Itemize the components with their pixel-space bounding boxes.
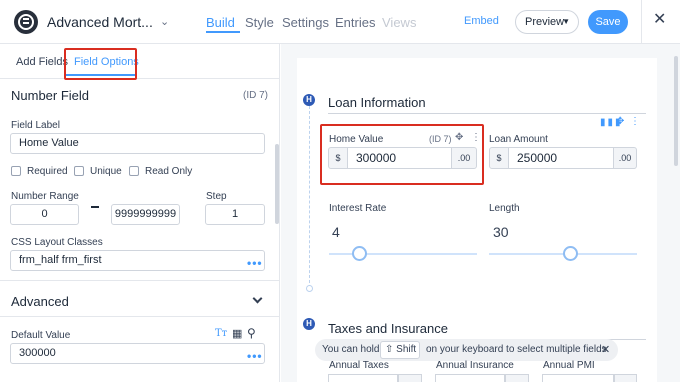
decimal-suffix: .00 xyxy=(613,147,637,169)
preview-label: Preview xyxy=(525,16,565,28)
read-only-label: Read Only xyxy=(145,166,193,177)
move-icon[interactable]: ✥ xyxy=(616,116,626,127)
loan-amount-input[interactable]: 250000 xyxy=(509,147,613,169)
text-format-icon[interactable]: Tт xyxy=(215,328,227,339)
field-id: (ID 7) xyxy=(243,90,268,101)
decimal-suffix xyxy=(614,374,637,382)
heading-badge-icon: H xyxy=(303,94,315,106)
required-checkbox[interactable] xyxy=(11,166,21,176)
preview-button[interactable]: Preview ▼ xyxy=(515,10,579,34)
default-value-label: Default Value xyxy=(11,330,71,341)
tab-add-fields[interactable]: Add Fields xyxy=(16,56,68,68)
unique-label: Unique xyxy=(90,166,122,177)
currency-prefix: $ xyxy=(328,147,348,169)
scrollbar[interactable] xyxy=(275,144,279,224)
range-dash xyxy=(91,206,99,208)
tab-build[interactable]: Build xyxy=(206,15,235,30)
close-icon[interactable]: ✕ xyxy=(653,12,666,28)
number-range-label: Number Range xyxy=(11,191,79,202)
loan-amount-label[interactable]: Loan Amount xyxy=(489,134,548,145)
section-connector xyxy=(309,106,310,288)
field-label-label: Field Label xyxy=(11,120,60,131)
decimal-suffix xyxy=(505,374,529,382)
annual-insurance-input[interactable] xyxy=(435,374,505,382)
step-input[interactable]: 1 xyxy=(205,204,265,225)
decimal-suffix: .00 xyxy=(451,147,477,169)
advanced-title[interactable]: Advanced xyxy=(11,294,69,309)
annual-insurance-label[interactable]: Annual Insurance xyxy=(436,360,514,371)
tab-settings[interactable]: Settings xyxy=(282,15,329,30)
decimal-suffix xyxy=(398,374,422,382)
divider xyxy=(0,280,279,281)
divider xyxy=(641,0,642,44)
tab-entries[interactable]: Entries xyxy=(335,15,375,30)
hint-text: on your keyboard to select multiple fiel… xyxy=(426,344,607,355)
annual-pmi-input[interactable] xyxy=(542,374,614,382)
heading-badge-icon: H xyxy=(303,318,315,330)
active-tab-indicator xyxy=(206,31,240,33)
css-classes-input[interactable]: frm_half frm_first xyxy=(10,250,265,271)
css-classes-label: CSS Layout Classes xyxy=(11,237,103,248)
embed-button[interactable]: Embed xyxy=(464,15,499,27)
home-value-input[interactable]: 300000 xyxy=(348,147,451,169)
shift-key-icon: ⇧ xyxy=(385,344,397,355)
highlight-box xyxy=(64,48,137,80)
move-icon[interactable]: ✥ xyxy=(455,132,463,143)
divider xyxy=(0,78,279,79)
field-type-title: Number Field xyxy=(11,88,90,103)
save-button[interactable]: Save xyxy=(588,10,628,34)
more-vertical-icon[interactable]: ⋮ xyxy=(471,132,481,143)
divider xyxy=(0,316,279,317)
home-value-id: (ID 7) xyxy=(429,134,452,144)
home-value-label[interactable]: Home Value xyxy=(329,134,383,145)
shift-key-label: Shift xyxy=(396,344,417,355)
top-bar: Advanced Mort... ⌄ Build Style Settings … xyxy=(0,0,680,44)
hint-text: You can hold xyxy=(322,344,380,355)
calculator-icon[interactable]: ▦ xyxy=(232,327,242,340)
more-icon[interactable]: ••• xyxy=(247,350,263,362)
field-label-input[interactable]: Home Value xyxy=(10,133,265,154)
currency-prefix: $ xyxy=(489,147,509,169)
chevron-down-icon[interactable]: ⌄ xyxy=(160,15,169,28)
length-label[interactable]: Length xyxy=(489,203,520,214)
range-max-input[interactable]: 9999999999 xyxy=(111,204,180,225)
more-vertical-icon[interactable]: ⋮ xyxy=(630,116,642,127)
step-label: Step xyxy=(206,191,227,202)
range-min-input[interactable]: 0 xyxy=(10,204,79,225)
chevron-down-icon: ▼ xyxy=(562,17,570,26)
shift-key-badge: ⇧ Shift xyxy=(380,341,420,359)
logo-icon[interactable] xyxy=(14,10,38,34)
annual-pmi-label[interactable]: Annual PMI xyxy=(543,360,595,371)
length-value: 30 xyxy=(493,224,509,240)
tab-style[interactable]: Style xyxy=(245,15,274,30)
shift-hint-banner: You can hold ⇧ Shift on your keyboard to… xyxy=(315,339,618,361)
interest-rate-slider-thumb[interactable] xyxy=(351,246,367,261)
section-loan-information[interactable]: Loan Information xyxy=(328,95,426,110)
section-divider xyxy=(328,113,646,114)
more-icon[interactable]: ••• xyxy=(247,257,263,269)
tab-views[interactable]: Views xyxy=(382,15,416,30)
chevron-down-icon[interactable] xyxy=(252,293,263,304)
unique-checkbox[interactable] xyxy=(74,166,84,176)
scrollbar[interactable] xyxy=(674,56,678,166)
annual-taxes-input[interactable] xyxy=(328,374,398,382)
section-connector-end xyxy=(306,285,313,292)
field-options-panel: Add Fields Field Options Number Field (I… xyxy=(0,44,280,382)
required-label: Required xyxy=(27,166,68,177)
search-icon[interactable]: ⚲ xyxy=(247,326,256,340)
default-value-input[interactable]: 300000 xyxy=(10,343,265,364)
close-icon[interactable]: ✕ xyxy=(601,343,610,356)
form-title[interactable]: Advanced Mort... xyxy=(47,14,153,30)
interest-rate-label[interactable]: Interest Rate xyxy=(329,203,386,214)
section-taxes-insurance[interactable]: Taxes and Insurance xyxy=(328,321,448,336)
read-only-checkbox[interactable] xyxy=(129,166,139,176)
annual-taxes-label[interactable]: Annual Taxes xyxy=(329,360,389,371)
interest-rate-value: 4 xyxy=(332,224,340,240)
